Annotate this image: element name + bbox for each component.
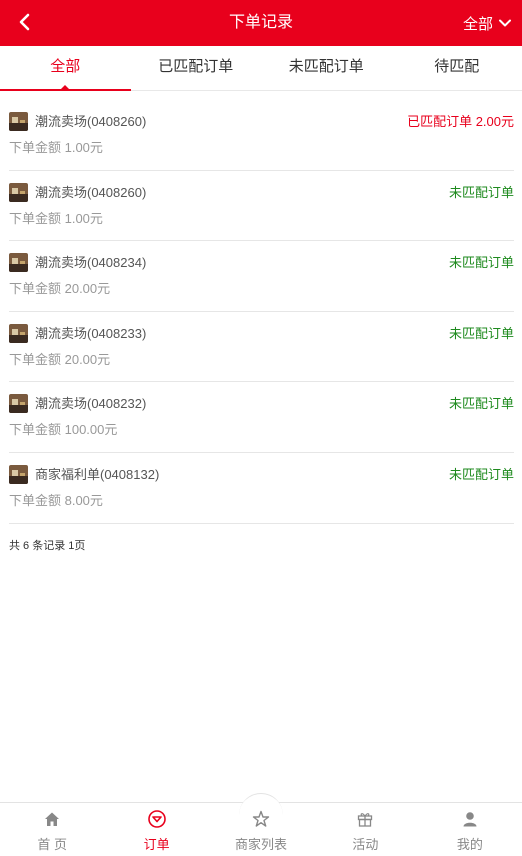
store-name: 潮流卖场(0408234) [35, 255, 147, 271]
order-icon [147, 809, 167, 829]
store-name: 潮流卖场(0408233) [35, 325, 147, 341]
order-tabs: 全部 已匹配订单 未匹配订单 待匹配 [0, 46, 522, 91]
order-status: 已匹配订单 2.00元 [407, 114, 514, 129]
tab-pending[interactable]: 待匹配 [392, 46, 522, 90]
list-item[interactable]: 商家福利单(0408132) 未匹配订单 下单金额 8.00元 [9, 453, 514, 524]
store-name: 潮流卖场(0408260) [35, 184, 147, 200]
page-title: 下单记录 [228, 14, 293, 31]
store-thumbnail [9, 464, 28, 484]
list-item[interactable]: 潮流卖场(0408260) 已匹配订单 2.00元 下单金额 1.00元 [9, 100, 514, 171]
store-name: 商家福利单(0408132) [35, 466, 160, 482]
order-status: 未匹配订单 [448, 255, 514, 271]
filter-label: 全部 [462, 15, 493, 33]
filter-dropdown[interactable]: 全部 [463, 0, 513, 46]
gift-icon [355, 809, 375, 829]
order-amount: 下单金额 8.00元 [9, 492, 103, 508]
nav-activity[interactable]: 活动 [313, 803, 417, 856]
order-list: 潮流卖场(0408260) 已匹配订单 2.00元 下单金额 1.00元 潮流卖… [9, 100, 514, 524]
nav-label: 商家列表 [235, 837, 288, 852]
store-thumbnail [9, 112, 28, 131]
user-icon [460, 809, 480, 829]
nav-label: 订单 [143, 837, 170, 852]
nav-home[interactable]: 首 页 [0, 803, 104, 856]
chevron-down-icon [499, 19, 511, 27]
nav-label: 活动 [352, 837, 379, 852]
top-bar: 下单记录 全部 [0, 0, 522, 46]
nav-orders[interactable]: 订单 [104, 803, 208, 856]
order-amount: 下单金额 20.00元 [9, 281, 111, 297]
order-amount: 下单金额 100.00元 [9, 422, 118, 438]
nav-merchants[interactable]: 商家列表 [209, 793, 313, 856]
nav-label: 我的 [456, 837, 483, 852]
store-thumbnail [9, 182, 28, 202]
order-amount: 下单金额 1.00元 [9, 210, 103, 226]
star-icon [251, 809, 271, 829]
order-status: 未匹配订单 [448, 184, 514, 200]
nav-label: 首 页 [37, 837, 68, 852]
store-thumbnail [9, 253, 28, 273]
list-item[interactable]: 潮流卖场(0408233) 未匹配订单 下单金额 20.00元 [9, 312, 514, 383]
tab-unmatched[interactable]: 未匹配订单 [261, 46, 392, 90]
list-item[interactable]: 潮流卖场(0408232) 未匹配订单 下单金额 100.00元 [9, 382, 514, 453]
list-item[interactable]: 潮流卖场(0408260) 未匹配订单 下单金额 1.00元 [9, 171, 514, 242]
list-item[interactable]: 潮流卖场(0408234) 未匹配订单 下单金额 20.00元 [9, 241, 514, 312]
order-status: 未匹配订单 [448, 466, 514, 482]
order-amount: 下单金额 1.00元 [9, 140, 103, 155]
store-name: 潮流卖场(0408232) [35, 396, 147, 412]
nav-profile[interactable]: 我的 [418, 803, 522, 856]
bottom-nav: 首 页 订单 商家列表 活动 我的 [0, 793, 522, 856]
store-thumbnail [9, 394, 28, 414]
order-status: 未匹配订单 [448, 325, 514, 341]
order-status: 未匹配订单 [448, 396, 514, 412]
pagination-summary: 共 6 条记录 1页 [9, 540, 86, 552]
home-icon [42, 809, 62, 829]
tab-matched[interactable]: 已匹配订单 [131, 46, 262, 90]
tab-all[interactable]: 全部 [0, 46, 131, 91]
store-name: 潮流卖场(0408260) [35, 114, 147, 129]
store-thumbnail [9, 323, 28, 343]
order-amount: 下单金额 20.00元 [9, 351, 111, 367]
